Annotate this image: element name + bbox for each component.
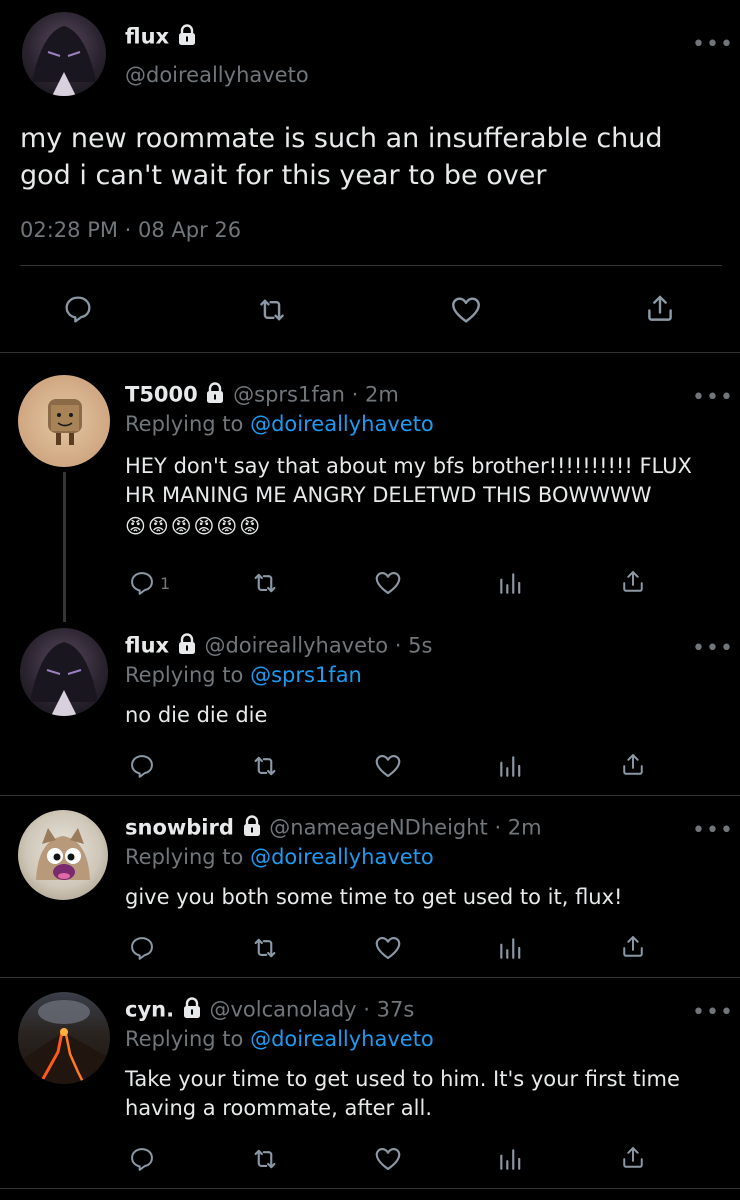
reply-icon[interactable] xyxy=(128,1145,156,1173)
more-icon[interactable]: ••• xyxy=(692,638,734,660)
share-icon[interactable] xyxy=(619,1144,647,1172)
analytics-icon[interactable] xyxy=(497,935,523,961)
replying-to-label: Replying to xyxy=(125,845,244,869)
tweet-text-line: Take your time to get used to him. It's … xyxy=(125,1067,680,1091)
reply-icon[interactable] xyxy=(128,934,156,962)
retweet-icon[interactable] xyxy=(255,293,289,327)
replying-to-label: Replying to xyxy=(125,663,244,687)
reply-icon[interactable] xyxy=(128,569,156,597)
display-name[interactable]: T5000 xyxy=(125,383,198,407)
replying-to-label: Replying to xyxy=(125,1027,244,1051)
handle[interactable]: @doireallyhaveto xyxy=(125,63,309,87)
share-icon[interactable] xyxy=(643,292,677,326)
more-icon[interactable]: ••• xyxy=(692,34,734,56)
divider xyxy=(0,1188,740,1189)
divider xyxy=(0,795,740,796)
tweet-text-line: give you both some time to get used to i… xyxy=(125,885,623,909)
tweet-text-line: having a roommate, after all. xyxy=(125,1096,433,1120)
divider xyxy=(0,352,740,353)
analytics-icon[interactable] xyxy=(497,753,523,779)
avatar[interactable] xyxy=(22,12,106,96)
tweet-text-line: god i can't wait for this year to be ove… xyxy=(20,160,547,191)
display-name[interactable]: snowbird xyxy=(125,816,234,840)
like-icon[interactable] xyxy=(373,751,403,781)
avatar[interactable] xyxy=(18,375,110,467)
share-icon[interactable] xyxy=(619,933,647,961)
replying-to-label: Replying to xyxy=(125,412,244,436)
tweet-text-line: no die die die xyxy=(125,703,268,727)
timestamp[interactable]: 02:28 PM · 08 Apr 26 xyxy=(20,218,241,242)
mention-link[interactable]: @doireallyhaveto xyxy=(250,412,434,436)
reply-icon[interactable] xyxy=(128,752,156,780)
lock-icon xyxy=(241,815,263,842)
avatar[interactable] xyxy=(18,810,108,900)
handle[interactable]: @sprs1fan · 2m xyxy=(233,383,399,407)
divider xyxy=(20,265,722,266)
reply-count: 1 xyxy=(160,574,171,593)
divider xyxy=(0,977,740,978)
more-icon[interactable]: ••• xyxy=(692,1002,734,1024)
like-icon[interactable] xyxy=(373,933,403,963)
mention-link[interactable]: @doireallyhaveto xyxy=(250,1027,434,1051)
tweet-text-line: HEY don't say that about my bfs brother!… xyxy=(125,454,692,478)
tweet-text-line: my new roommate is such an insufferable … xyxy=(20,123,663,154)
display-name[interactable]: flux xyxy=(125,25,169,49)
analytics-icon[interactable] xyxy=(497,1146,523,1172)
retweet-icon[interactable] xyxy=(250,933,280,963)
retweet-icon[interactable] xyxy=(250,751,280,781)
share-icon[interactable] xyxy=(619,751,647,779)
retweet-icon[interactable] xyxy=(250,1144,280,1174)
mention-link[interactable]: @sprs1fan xyxy=(250,663,362,687)
lock-icon xyxy=(204,382,226,409)
handle[interactable]: @nameageNDheight · 2m xyxy=(269,816,541,840)
lock-icon xyxy=(181,997,203,1024)
avatar[interactable] xyxy=(18,992,110,1084)
lock-icon xyxy=(176,633,198,660)
lock-icon xyxy=(176,24,198,51)
emoji-row: 😡😡😡😡😡😡 xyxy=(125,514,263,538)
like-icon[interactable] xyxy=(373,568,403,598)
like-icon[interactable] xyxy=(449,293,483,327)
handle[interactable]: @doireallyhaveto · 5s xyxy=(204,634,432,658)
thread-line xyxy=(63,472,66,622)
share-icon[interactable] xyxy=(619,568,647,596)
analytics-icon[interactable] xyxy=(497,570,523,596)
like-icon[interactable] xyxy=(373,1144,403,1174)
avatar[interactable] xyxy=(20,628,108,716)
display-name[interactable]: cyn. xyxy=(125,998,174,1022)
reply-icon[interactable] xyxy=(62,293,94,325)
retweet-icon[interactable] xyxy=(250,568,280,598)
more-icon[interactable]: ••• xyxy=(692,820,734,842)
handle[interactable]: @volcanolady · 37s xyxy=(209,998,414,1022)
mention-link[interactable]: @doireallyhaveto xyxy=(250,845,434,869)
more-icon[interactable]: ••• xyxy=(692,387,734,409)
tweet-text-line: HR MANING ME ANGRY DELETWD THIS BOWWWW xyxy=(125,483,652,507)
display-name[interactable]: flux xyxy=(125,634,169,658)
